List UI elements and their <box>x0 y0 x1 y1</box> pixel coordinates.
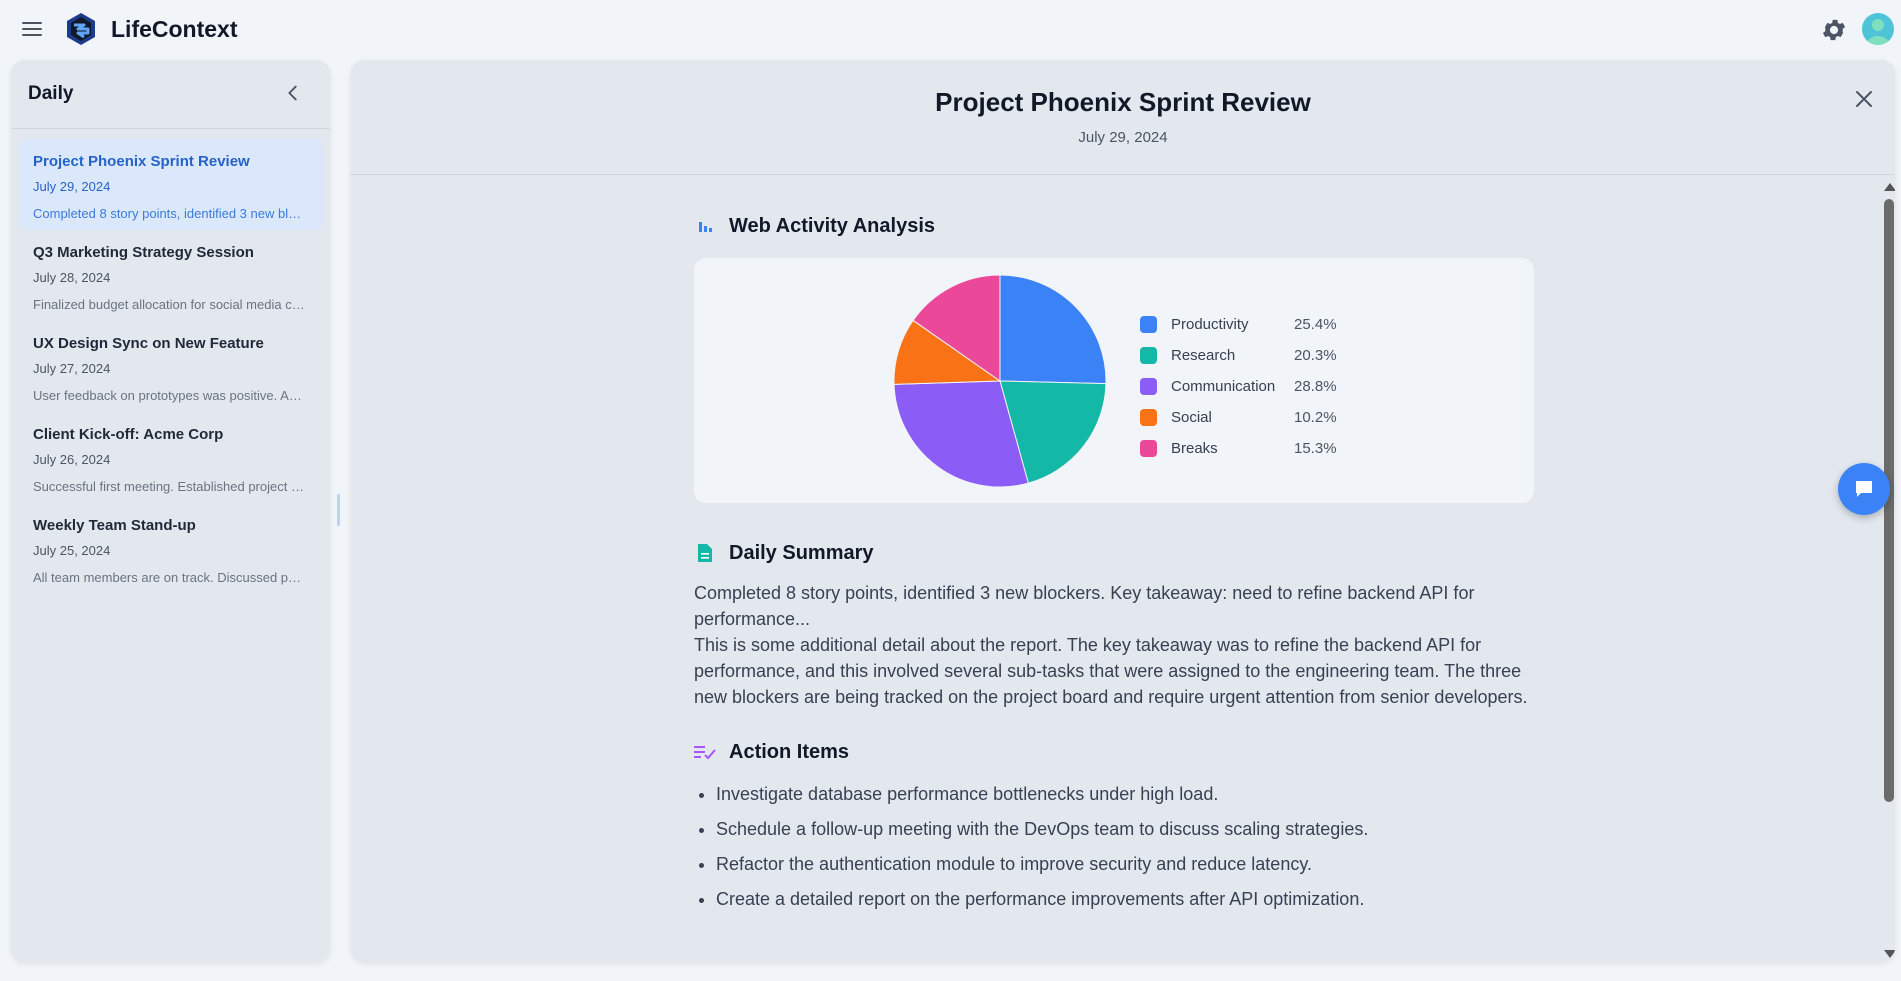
legend-swatch <box>1140 316 1157 333</box>
list-item[interactable]: Q3 Marketing Strategy Session July 28, 2… <box>19 230 322 321</box>
report-panel: Project Phoenix Sprint Review July 29, 2… <box>351 60 1895 962</box>
legend-value: 25.4% <box>1294 316 1337 333</box>
item-title: Weekly Team Stand-up <box>33 517 196 534</box>
pie-slice-productivity[interactable] <box>999 274 1107 385</box>
daily-summary-header: Daily Summary <box>694 540 1544 566</box>
close-icon[interactable] <box>1852 87 1876 111</box>
chevron-left-icon[interactable] <box>282 82 304 104</box>
item-title: UX Design Sync on New Feature <box>33 335 264 352</box>
sidebar: Daily Project Phoenix Sprint Review July… <box>11 60 330 962</box>
document-icon <box>694 542 716 564</box>
legend-value: 20.3% <box>1294 347 1337 364</box>
item-date: July 27, 2024 <box>33 361 111 376</box>
legend-label: Productivity <box>1171 316 1249 333</box>
list-item[interactable]: Project Phoenix Sprint Review July 29, 2… <box>19 139 322 230</box>
legend-item: Social 10.2% <box>1140 402 1337 433</box>
sidebar-title: Daily <box>28 83 74 104</box>
pie-chart <box>893 274 1107 488</box>
user-avatar-icon[interactable] <box>1862 13 1894 45</box>
item-date: July 25, 2024 <box>33 543 111 558</box>
top-bar: LifeContext <box>0 0 1901 60</box>
item-snippet: Successful first meeting. Established pr… <box>33 479 307 494</box>
legend-swatch <box>1140 440 1157 457</box>
app-title: LifeContext <box>111 16 238 42</box>
legend-label: Social <box>1171 409 1212 426</box>
daily-list: Project Phoenix Sprint Review July 29, 2… <box>11 129 330 594</box>
item-title: Q3 Marketing Strategy Session <box>33 244 254 261</box>
item-title: Client Kick-off: Acme Corp <box>33 426 224 443</box>
menu-icon[interactable] <box>20 18 44 42</box>
list-item[interactable]: UX Design Sync on New Feature July 27, 2… <box>19 321 322 412</box>
scroll-down-icon[interactable] <box>1884 950 1895 958</box>
chart-legend: Productivity 25.4% Research 20.3% Communicat… <box>1140 309 1337 464</box>
action-items-list: Investigate database performance bottlen… <box>694 777 1544 917</box>
item-date: July 29, 2024 <box>33 179 111 194</box>
list-item[interactable]: Weekly Team Stand-up July 25, 2024 All t… <box>19 503 322 594</box>
list-item[interactable]: Client Kick-off: Acme Corp July 26, 2024… <box>19 412 322 503</box>
action-items-header: Action Items <box>694 739 1544 765</box>
app-logo-icon <box>67 13 95 45</box>
list-item: Refactor the authentication module to im… <box>716 847 1544 882</box>
summary-line: This is some additional detail about the… <box>694 635 1528 707</box>
legend-item: Breaks 15.3% <box>1140 433 1337 464</box>
report-content: Web Activity Analysis Productivity 25.4% R… <box>694 175 1544 917</box>
scroll-up-icon[interactable] <box>1884 183 1895 191</box>
scrollbar[interactable] <box>1881 177 1895 962</box>
legend-swatch <box>1140 409 1157 426</box>
gear-icon[interactable] <box>1820 16 1848 44</box>
legend-value: 28.8% <box>1294 378 1337 395</box>
legend-item: Productivity 25.4% <box>1140 309 1337 340</box>
item-date: July 26, 2024 <box>33 452 111 467</box>
section-title: Web Activity Analysis <box>729 214 935 237</box>
item-snippet: All team members are on track. Discussed… <box>33 570 307 585</box>
legend-label: Research <box>1171 347 1236 364</box>
legend-label: Communication <box>1171 378 1276 395</box>
legend-label: Breaks <box>1171 440 1218 457</box>
web-activity-chart: Productivity 25.4% Research 20.3% Communicat… <box>694 258 1534 503</box>
list-item: Schedule a follow-up meeting with the De… <box>716 812 1544 847</box>
item-title: Project Phoenix Sprint Review <box>33 153 250 170</box>
summary-line: Completed 8 story points, identified 3 n… <box>694 583 1475 629</box>
report-date: July 29, 2024 <box>1078 129 1168 146</box>
legend-item: Research 20.3% <box>1140 340 1337 371</box>
list-item: Create a detailed report on the performa… <box>716 882 1544 917</box>
item-snippet: User feedback on prototypes was positive… <box>33 388 307 403</box>
web-activity-header: Web Activity Analysis <box>694 213 1544 239</box>
sidebar-header: Daily <box>11 60 330 129</box>
report-title: Project Phoenix Sprint Review <box>935 87 1311 117</box>
item-snippet: Finalized budget allocation for social m… <box>33 297 307 312</box>
daily-summary-text: Completed 8 story points, identified 3 n… <box>694 580 1544 710</box>
chat-bubble-icon[interactable] <box>1838 463 1890 515</box>
section-title: Daily Summary <box>729 541 874 564</box>
checklist-icon <box>694 741 716 763</box>
item-snippet: Completed 8 story points, identified 3 n… <box>33 206 307 221</box>
legend-value: 10.2% <box>1294 409 1337 426</box>
legend-swatch <box>1140 378 1157 395</box>
report-header: Project Phoenix Sprint Review July 29, 2… <box>351 60 1895 175</box>
bar-chart-icon <box>694 215 716 237</box>
item-date: July 28, 2024 <box>33 270 111 285</box>
section-title: Action Items <box>729 740 850 763</box>
legend-value: 15.3% <box>1294 440 1337 457</box>
legend-swatch <box>1140 347 1157 364</box>
sidebar-resize-handle[interactable] <box>337 494 340 526</box>
list-item: Investigate database performance bottlen… <box>716 777 1544 812</box>
legend-item: Communication 28.8% <box>1140 371 1337 402</box>
